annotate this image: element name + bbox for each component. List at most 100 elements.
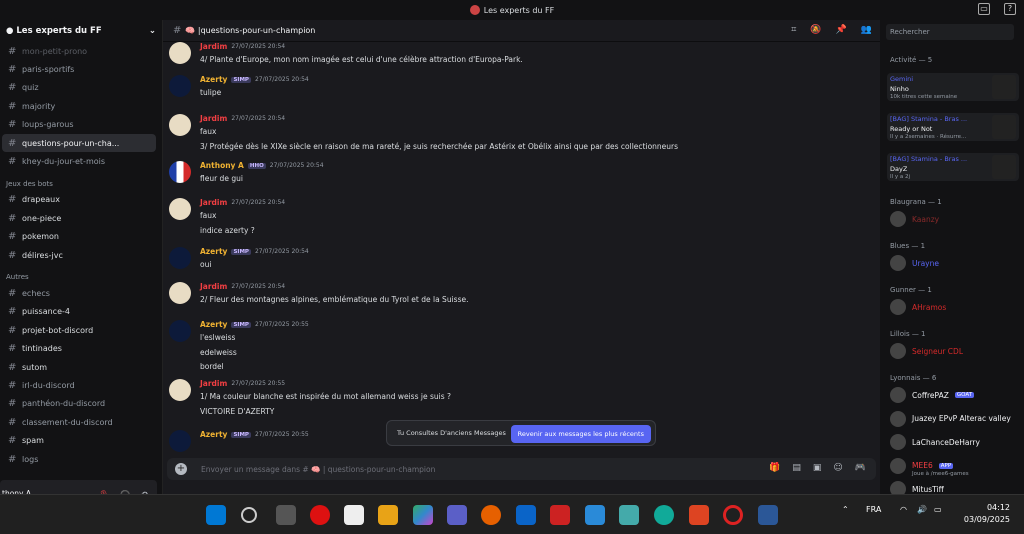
message-composer[interactable]: + Envoyer un message dans # 🧠 | question… [167,458,876,480]
ccleaner-icon[interactable] [689,505,709,525]
clock[interactable]: 04:12 03/09/2025 [964,502,1010,526]
message-text: VICTOIRE D'AZERTY [200,406,275,416]
help-icon[interactable]: ? [1004,3,1016,15]
author-name[interactable]: Jardim [200,379,227,388]
avatar[interactable] [169,198,191,220]
file-explorer-icon[interactable] [378,505,398,525]
record-icon[interactable] [310,505,330,525]
category-bots[interactable]: Jeux des bots [0,171,162,191]
start-icon[interactable] [206,505,226,525]
member-item[interactable]: Seigneur CDL [890,342,963,360]
hash-icon: # [173,25,182,36]
channel-item[interactable]: # khey-du-jour-et-mois [0,152,162,170]
avatar[interactable] [169,42,191,64]
channel-item[interactable]: # loups-garous [0,116,162,134]
threads-icon[interactable]: ⌗ [791,25,796,35]
channel-item[interactable]: # spam [0,431,162,449]
activity-game: Ready or Not [890,125,933,133]
member-item[interactable]: Urayne [890,254,939,272]
author-name[interactable]: Jardim [200,198,227,207]
sticker-icon[interactable]: ▣ [813,463,822,473]
author-name[interactable]: Anthony A [200,161,244,170]
emoji-icon[interactable]: ☺ [833,463,842,473]
role-tag: SIMP [231,76,251,83]
screen-share-icon[interactable]: ▭ [978,3,990,15]
author-name[interactable]: Jardim [200,282,227,291]
channel-item[interactable]: # mon-petit-prono [0,42,162,60]
category-others[interactable]: Autres [0,264,162,284]
members-icon[interactable]: 👥 [861,25,872,35]
channel-item[interactable]: # tintinades [0,339,162,357]
channel-item[interactable]: # logs [0,450,162,468]
channel-label: khey-du-jour-et-mois [22,157,106,167]
outlook-icon[interactable] [516,505,536,525]
search-input[interactable]: Rechercher [886,24,1014,40]
mybp-icon[interactable] [585,505,605,525]
channel-item[interactable]: # majority [0,97,162,115]
channel-item[interactable]: # sutom [0,358,162,376]
gift-icon[interactable]: 🎁 [769,463,780,473]
activity-card[interactable]: Gemini Ninho 10k titres cette semaine [887,73,1019,101]
edge-icon[interactable] [654,505,674,525]
search-icon[interactable] [241,507,257,523]
opera-icon[interactable] [723,505,743,525]
word-icon[interactable] [758,505,778,525]
volume-icon[interactable]: 🔊 [917,505,927,514]
avatar[interactable] [169,247,191,269]
channel-item[interactable]: # drapeaux [0,191,162,209]
apps-icon[interactable]: 🎮 [855,463,866,473]
chevron-up-icon[interactable]: ⌃ [842,505,849,514]
pin-icon[interactable]: 📌 [836,25,847,35]
member-item[interactable]: AHramos [890,298,946,316]
gif-icon[interactable]: ▤ [792,463,801,473]
message-input[interactable]: Envoyer un message dans # 🧠 | questions-… [201,465,435,474]
author-name[interactable]: Azerty [200,320,227,329]
channel-item[interactable]: # puissance-4 [0,303,162,321]
task-view-icon[interactable] [276,505,296,525]
avatar[interactable] [169,282,191,304]
activity-card[interactable]: [BAG] Stamina - Bras ... DayZ Il y a 2j [887,153,1019,181]
plus-icon[interactable]: + [175,463,187,475]
member-item[interactable]: LaChanceDeHarry [890,433,980,451]
channel-item[interactable]: # echecs [0,284,162,302]
member-item[interactable]: MEE6 APP Joue à /mee6-games [890,457,969,477]
battery-icon[interactable]: ▭ [934,505,942,514]
channel-item[interactable]: # projet-bot-discord [0,321,162,339]
message-text: faux [200,211,217,220]
firefox-icon[interactable] [481,505,501,525]
channel-item[interactable]: # classement-du-discord [0,413,162,431]
author-name[interactable]: Jardim [200,114,227,123]
channel-item[interactable]: # questions-pour-un-cha... [2,133,156,153]
avatar[interactable] [169,430,191,452]
channel-item[interactable]: # délires-jvc [0,246,162,264]
avatar[interactable] [169,320,191,342]
server-header[interactable]: ● Les experts du FF ⌄ [0,20,162,42]
author-name[interactable]: Jardim [200,42,227,51]
channel-item[interactable]: # quiz [0,79,162,97]
member-item[interactable]: CoffrePAZ GOAT [890,386,975,404]
tlc-icon[interactable] [550,505,570,525]
store-icon[interactable] [619,505,639,525]
activity-card[interactable]: [BAG] Stamina - Bras ... Ready or Not Il y… [887,113,1019,141]
channel-item[interactable]: # one-piece [0,209,162,227]
avatar[interactable] [169,379,191,401]
wifi-icon[interactable]: ◠ [900,505,907,514]
avatar[interactable] [169,161,191,183]
notifications-icon[interactable]: 🔕 [810,25,821,35]
channel-item[interactable]: # pokemon [0,228,162,246]
channel-item[interactable]: # paris-sportifs [0,60,162,78]
author-name[interactable]: Azerty [200,247,227,256]
jump-to-present-button[interactable]: Revenir aux messages les plus récents [510,425,651,443]
author-name[interactable]: Azerty [200,75,227,84]
m365-icon[interactable] [413,505,433,525]
member-item[interactable]: Kaanzy [890,210,939,228]
language-indicator[interactable]: FRA [866,505,881,514]
avatar[interactable] [169,75,191,97]
channel-item[interactable]: # irl-du-discord [0,376,162,394]
document-icon[interactable] [344,505,364,525]
author-name[interactable]: Azerty [200,430,227,439]
teams-icon[interactable] [447,505,467,525]
member-item[interactable]: Juazey EPvP Alterac valley [890,410,1011,428]
channel-item[interactable]: # panthéon-du-discord [0,395,162,413]
avatar[interactable] [169,114,191,136]
